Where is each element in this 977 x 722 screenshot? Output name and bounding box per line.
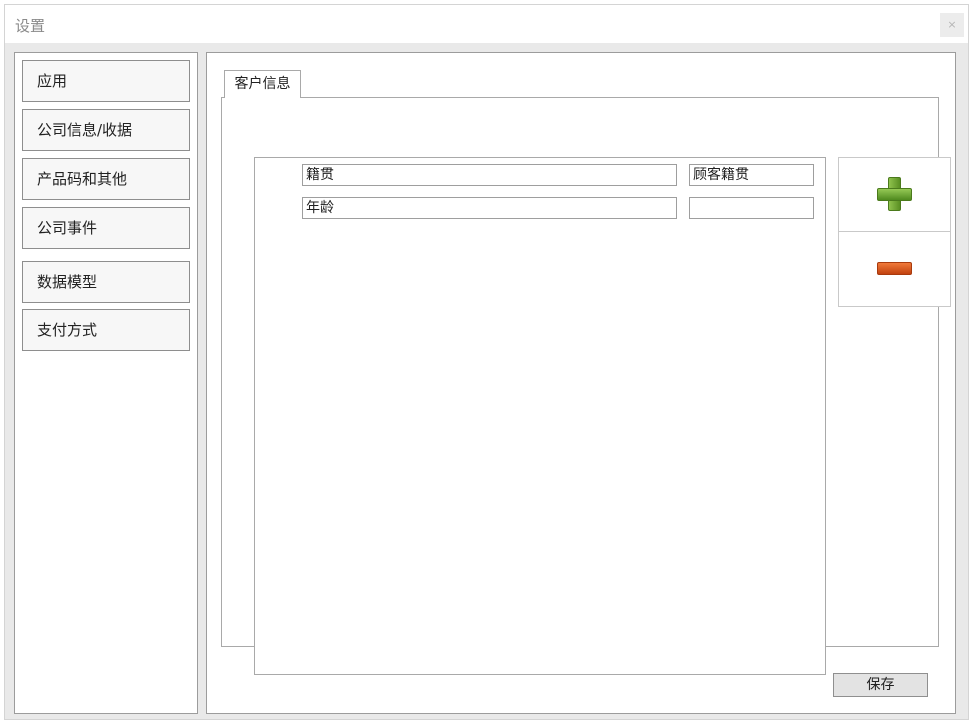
field-label-input[interactable]: [689, 197, 814, 219]
tab-customer-info[interactable]: 客户信息: [224, 70, 301, 98]
dialog-title: 设置: [15, 17, 46, 35]
sidebar-item-company-events[interactable]: 公司事件: [22, 207, 190, 249]
add-field-button[interactable]: [839, 158, 950, 232]
close-button[interactable]: ×: [940, 13, 964, 37]
sidebar-item-company-info[interactable]: 公司信息/收据: [22, 109, 190, 151]
save-button[interactable]: 保存: [833, 673, 928, 697]
action-panel: [838, 157, 951, 307]
sidebar-item-payment-methods[interactable]: 支付方式: [22, 309, 190, 351]
field-name-input[interactable]: 年龄: [302, 197, 677, 219]
field-label-input[interactable]: 顾客籍贯: [689, 164, 814, 186]
tab-content: 籍贯 顾客籍贯 年龄: [221, 97, 951, 675]
sidebar: 应用 公司信息/收据 产品码和其他 公司事件 数据模型 支付方式: [14, 52, 198, 714]
sidebar-item-data-model[interactable]: 数据模型: [22, 261, 190, 303]
title-bar: 设置 ×: [5, 5, 968, 43]
remove-field-button[interactable]: [839, 232, 950, 306]
sidebar-item-product-codes[interactable]: 产品码和其他: [22, 158, 190, 200]
sidebar-item-app[interactable]: 应用: [22, 60, 190, 102]
field-name-input[interactable]: 籍贯: [302, 164, 677, 186]
close-icon: ×: [947, 18, 957, 31]
main-panel: 客户信息 籍贯 顾客籍贯 年龄 保存: [206, 52, 956, 714]
settings-dialog: 设置 × 应用 公司信息/收据 产品码和其他 公司事件 数据模型 支付方式 客户…: [4, 4, 969, 720]
field-list: 籍贯 顾客籍贯 年龄: [254, 157, 826, 675]
